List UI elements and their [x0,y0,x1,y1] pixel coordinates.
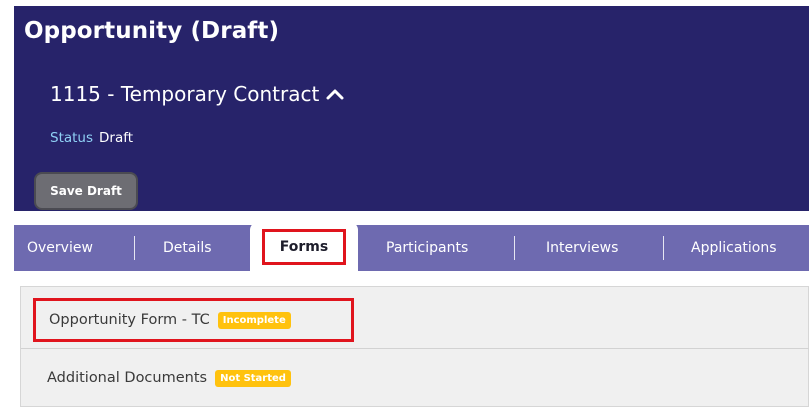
tab-divider [514,236,515,260]
status-badge: Incomplete [217,311,291,329]
tab-forms[interactable]: Forms [250,222,358,271]
list-item[interactable]: Additional Documents Not Started [21,349,809,407]
form-name[interactable]: Opportunity Form - TC [49,312,210,328]
list-item[interactable]: Opportunity Form - TC Incomplete [21,287,809,349]
status-value: Draft [99,130,134,146]
tab-interviews[interactable]: Interviews [546,225,618,271]
forms-list: Opportunity Form - TC Incomplete Additio… [20,286,809,407]
tab-forms-label: Forms [261,228,347,265]
page-title: Opportunity (Draft) [24,18,280,44]
chevron-up-icon [326,89,344,100]
record-title: 1115 - Temporary Contract [50,82,320,106]
tab-overview[interactable]: Overview [27,225,93,271]
status-label: Status [50,130,94,146]
tab-divider [134,236,135,260]
record-title-toggle[interactable]: 1115 - Temporary Contract [50,82,345,106]
form-item-highlight[interactable]: Opportunity Form - TC Incomplete [33,298,354,342]
page-header: Opportunity (Draft) 1115 - Temporary Con… [14,6,809,211]
tab-participants[interactable]: Participants [386,225,468,271]
status-badge: Not Started [215,369,291,387]
tab-bar: Overview Details Forms Participants Inte… [14,222,809,271]
save-draft-button[interactable]: Save Draft [34,172,138,210]
tab-applications[interactable]: Applications [691,225,777,271]
form-name[interactable]: Additional Documents [47,370,207,386]
tab-details[interactable]: Details [163,225,212,271]
status-row: Status Draft [50,130,133,146]
tab-divider [663,236,664,260]
